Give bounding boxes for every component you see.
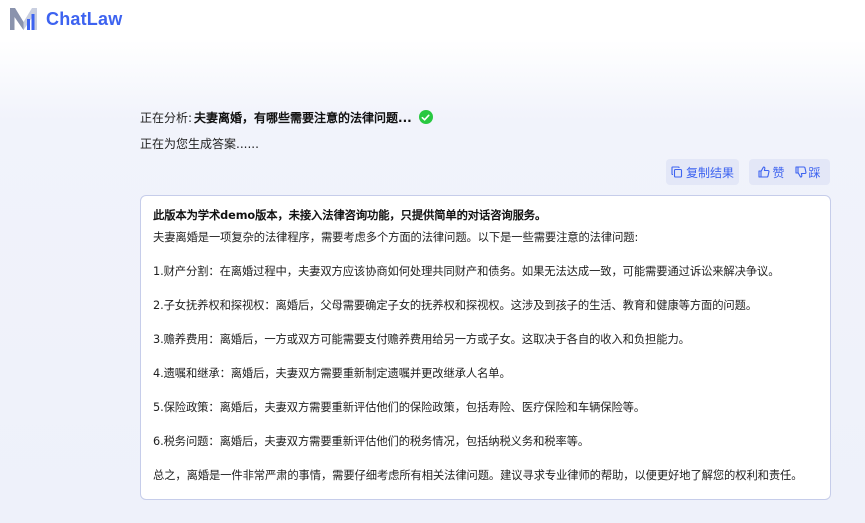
- brand-name[interactable]: ChatLaw: [46, 9, 122, 30]
- copy-result-label: 复制结果: [685, 165, 734, 180]
- answer-item: 2.子女抚养权和探视权：离婚后，父母需要确定子女的抚养权和探视权。这涉及到孩子的…: [153, 299, 758, 312]
- check-circle-icon: [418, 110, 433, 124]
- like-button[interactable]: 赞: [758, 164, 785, 181]
- answer-conclusion: 总之，离婚是一件非常严肃的事情，需要仔细考虑所有相关法律问题。建议寻求专业律师的…: [153, 469, 803, 482]
- generating-status: 正在为您生成答案......: [140, 137, 259, 151]
- copy-icon: [671, 166, 683, 178]
- dislike-button[interactable]: 踩: [794, 164, 821, 181]
- dislike-label: 踩: [808, 165, 821, 180]
- analysis-prefix: 正在分析:: [140, 110, 193, 125]
- thumbs-down-icon: [794, 166, 807, 178]
- like-label: 赞: [772, 165, 785, 180]
- answer-item: 5.保险政策：离婚后，夫妻双方需要重新评估他们的保险政策，包括寿险、医疗保险和车…: [153, 401, 646, 414]
- app-header: ChatLaw: [0, 0, 865, 38]
- thumbs-up-icon: [758, 166, 770, 178]
- answer-item: 3.赡养费用：离婚后，一方或双方可能需要支付赡养费用给另一方或子女。这取决于各自…: [153, 333, 690, 346]
- answer-card: 此版本为学术demo版本，未接入法律咨询功能，只提供简单的对话咨询服务。 夫妻离…: [140, 195, 831, 500]
- m-logo-icon[interactable]: [10, 8, 37, 30]
- answer-item: 6.税务问题：离婚后，夫妻双方需要重新评估他们的税务情况，包括纳税义务和税率等。: [153, 435, 590, 448]
- copy-result-button[interactable]: 复制结果: [666, 159, 739, 185]
- analysis-status: 正在分析: 夫妻离婚，有哪些需要注意的法律问题...: [140, 108, 433, 126]
- vote-group: 赞 踩: [749, 159, 830, 185]
- answer-item: 4.遗嘱和继承：离婚后，夫妻双方需要重新制定遗嘱并更改继承人名单。: [153, 367, 511, 380]
- answer-item: 1.财产分割：在离婚过程中，夫妻双方应该协商如何处理共同财产和债务。如果无法达成…: [153, 265, 780, 278]
- demo-notice: 此版本为学术demo版本，未接入法律咨询功能，只提供简单的对话咨询服务。: [153, 209, 547, 222]
- analysis-topic: 夫妻离婚，有哪些需要注意的法律问题...: [194, 110, 412, 125]
- answer-intro: 夫妻离婚是一项复杂的法律程序，需要考虑多个方面的法律问题。以下是一些需要注意的法…: [153, 231, 639, 244]
